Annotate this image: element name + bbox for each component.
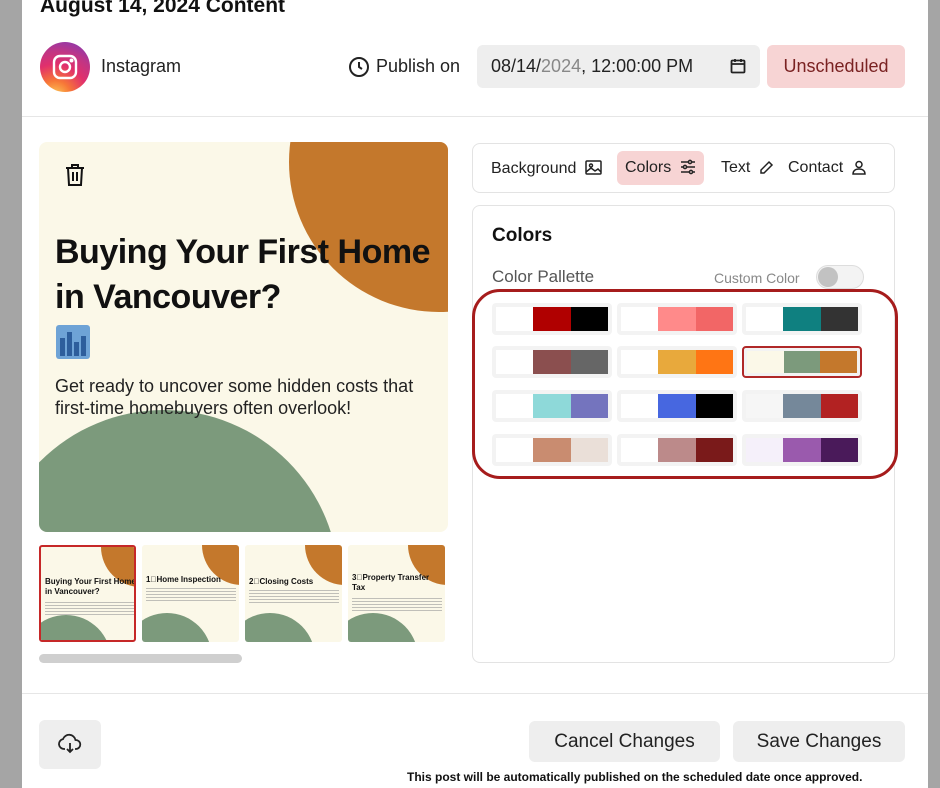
tab-colors[interactable]: Colors: [617, 151, 704, 185]
auto-publish-note: This post will be automatically publishe…: [407, 770, 863, 784]
cancel-changes-button[interactable]: Cancel Changes: [529, 721, 720, 762]
calendar-icon[interactable]: [730, 58, 746, 74]
background-left-strip: [0, 0, 22, 788]
trash-icon[interactable]: [63, 162, 87, 188]
instagram-icon: [40, 42, 90, 92]
image-icon: [585, 160, 602, 175]
edit-content-modal: August 14, 2024 Content Instagram Publis…: [22, 0, 928, 788]
slide-thumbnail[interactable]: 1⃣Home Inspection: [142, 545, 239, 642]
tab-text[interactable]: Text: [713, 151, 782, 185]
platform-name: Instagram: [101, 56, 182, 76]
thumbnail-title: 2⃣Closing Costs: [249, 577, 314, 586]
date-time: , 12:00:00 PM: [581, 56, 694, 76]
tab-background[interactable]: Background: [483, 151, 610, 185]
editor-tabs: Background Colors Text Contact: [472, 143, 895, 193]
thumbnail-title: Buying Your First Home in Vancouver?: [45, 577, 136, 596]
colors-panel-title: Colors: [492, 225, 553, 246]
sliders-icon: [680, 159, 695, 175]
pencil-icon: [760, 160, 773, 174]
custom-color-toggle[interactable]: [816, 265, 864, 289]
publish-date-input[interactable]: 08/14/2024, 12:00:00 PM: [477, 45, 760, 88]
tab-contact-label: Contact: [788, 159, 844, 176]
user-icon: [851, 160, 866, 175]
color-palette-label: Color Pallette: [492, 267, 595, 286]
preview-headline: Buying Your First Home in Vancouver?: [55, 233, 431, 316]
custom-color-label: Custom Color: [714, 270, 800, 286]
tab-colors-label: Colors: [625, 159, 672, 176]
post-preview: Buying Your First Home in Vancouver? Get…: [39, 142, 448, 532]
preview-subtext: Get ready to uncover some hidden costs t…: [55, 376, 414, 418]
thumbnail-title: 1⃣Home Inspection: [146, 575, 221, 584]
header-divider: [22, 116, 928, 117]
modal-title: August 14, 2024 Content: [40, 0, 286, 17]
clock-icon: [349, 57, 369, 77]
cloud-download-icon: [58, 733, 82, 754]
date-month-day: 08/14/: [491, 56, 542, 76]
tab-contact[interactable]: Contact: [780, 151, 874, 185]
publish-on-label: Publish on: [376, 56, 461, 76]
palette-highlight-outline: [472, 289, 898, 479]
post-header: Instagram Publish on 08/14/2024, 12:00:0…: [40, 42, 910, 92]
tab-background-label: Background: [491, 160, 577, 177]
thumbnail-title: 3⃣Property Transfer Tax: [352, 573, 430, 592]
thumbnails-scrollbar[interactable]: [39, 654, 242, 663]
slide-thumbnail[interactable]: 3⃣Property Transfer Tax: [348, 545, 445, 642]
footer-divider: [22, 693, 928, 694]
slide-thumbnail[interactable]: 2⃣Closing Costs: [245, 545, 342, 642]
tab-text-label: Text: [721, 159, 751, 176]
background-right-strip: [928, 0, 940, 788]
preview-bottom-circle: [39, 410, 339, 532]
download-button[interactable]: [39, 720, 101, 769]
city-emoji-icon: [56, 325, 90, 359]
slide-thumbnails: Buying Your First Home in Vancouver? 1⃣H…: [39, 545, 448, 643]
slide-thumbnail[interactable]: Buying Your First Home in Vancouver?: [39, 545, 136, 642]
status-badge[interactable]: Unscheduled: [767, 45, 905, 88]
save-changes-button[interactable]: Save Changes: [733, 721, 905, 762]
date-year: 2024: [541, 56, 582, 76]
